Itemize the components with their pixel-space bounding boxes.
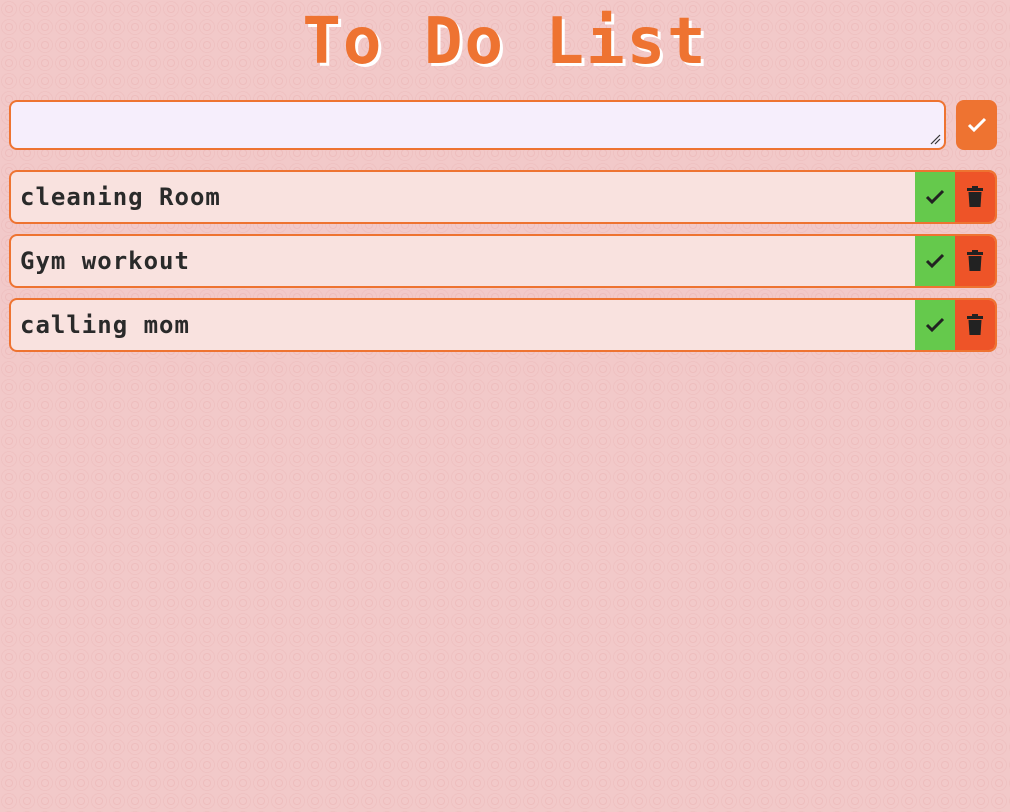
todo-item: Gym workout: [9, 234, 997, 288]
delete-button[interactable]: [955, 172, 995, 222]
check-icon: [925, 253, 945, 269]
new-task-row: [9, 100, 997, 150]
todo-item: cleaning Room: [9, 170, 997, 224]
complete-button[interactable]: [915, 236, 955, 286]
delete-button[interactable]: [955, 300, 995, 350]
todo-list: cleaning Room Gym workout calling mom: [9, 170, 997, 362]
check-icon: [967, 117, 986, 133]
trash-icon: [967, 186, 983, 207]
resize-grip-icon[interactable]: [929, 133, 941, 145]
delete-button[interactable]: [955, 236, 995, 286]
add-task-button[interactable]: [956, 100, 997, 150]
trash-icon: [967, 250, 983, 271]
check-icon: [925, 317, 945, 333]
complete-button[interactable]: [915, 172, 955, 222]
check-icon: [925, 189, 945, 205]
todo-text: cleaning Room: [20, 183, 221, 211]
todo-text: calling mom: [20, 311, 190, 339]
new-task-input[interactable]: [9, 100, 946, 150]
page-title: To Do List: [302, 5, 708, 79]
trash-icon: [967, 314, 983, 335]
complete-button[interactable]: [915, 300, 955, 350]
todo-text: Gym workout: [20, 247, 190, 275]
todo-item: calling mom: [9, 298, 997, 352]
